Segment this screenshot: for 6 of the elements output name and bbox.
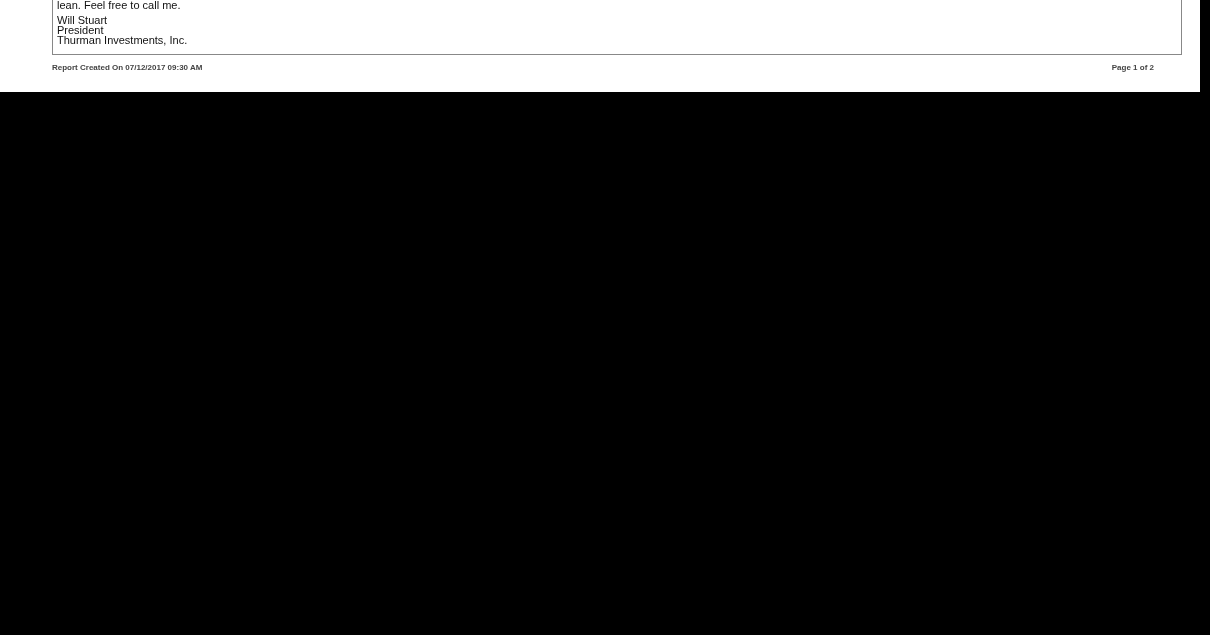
signature-line: Will Stuart [57,15,109,25]
letter-text: lean. Feel free to call me. [57,0,182,11]
signature-line: Thurman Investments, Inc. [57,35,189,45]
report-created-text: Report Created On 07/12/2017 09:30 AM [52,63,203,72]
page-number: Page 1 of 2 [1111,63,1154,72]
signature-line: President [57,25,105,35]
